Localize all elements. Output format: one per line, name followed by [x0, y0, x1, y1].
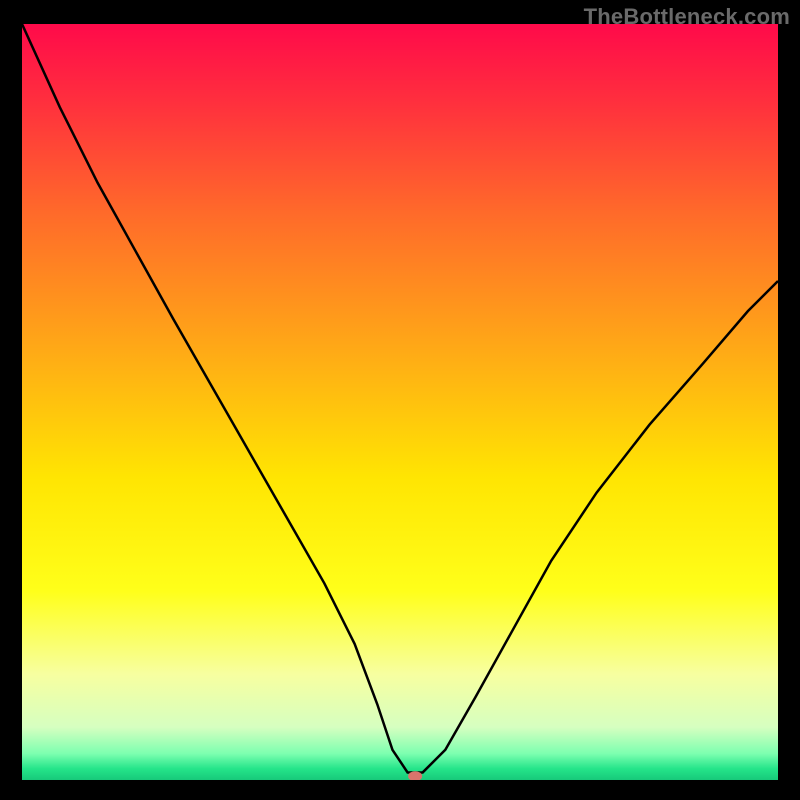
- plot-background: [22, 24, 778, 780]
- watermark-text: TheBottleneck.com: [584, 4, 790, 30]
- chart-frame: TheBottleneck.com: [0, 0, 800, 800]
- bottleneck-chart: [22, 24, 778, 780]
